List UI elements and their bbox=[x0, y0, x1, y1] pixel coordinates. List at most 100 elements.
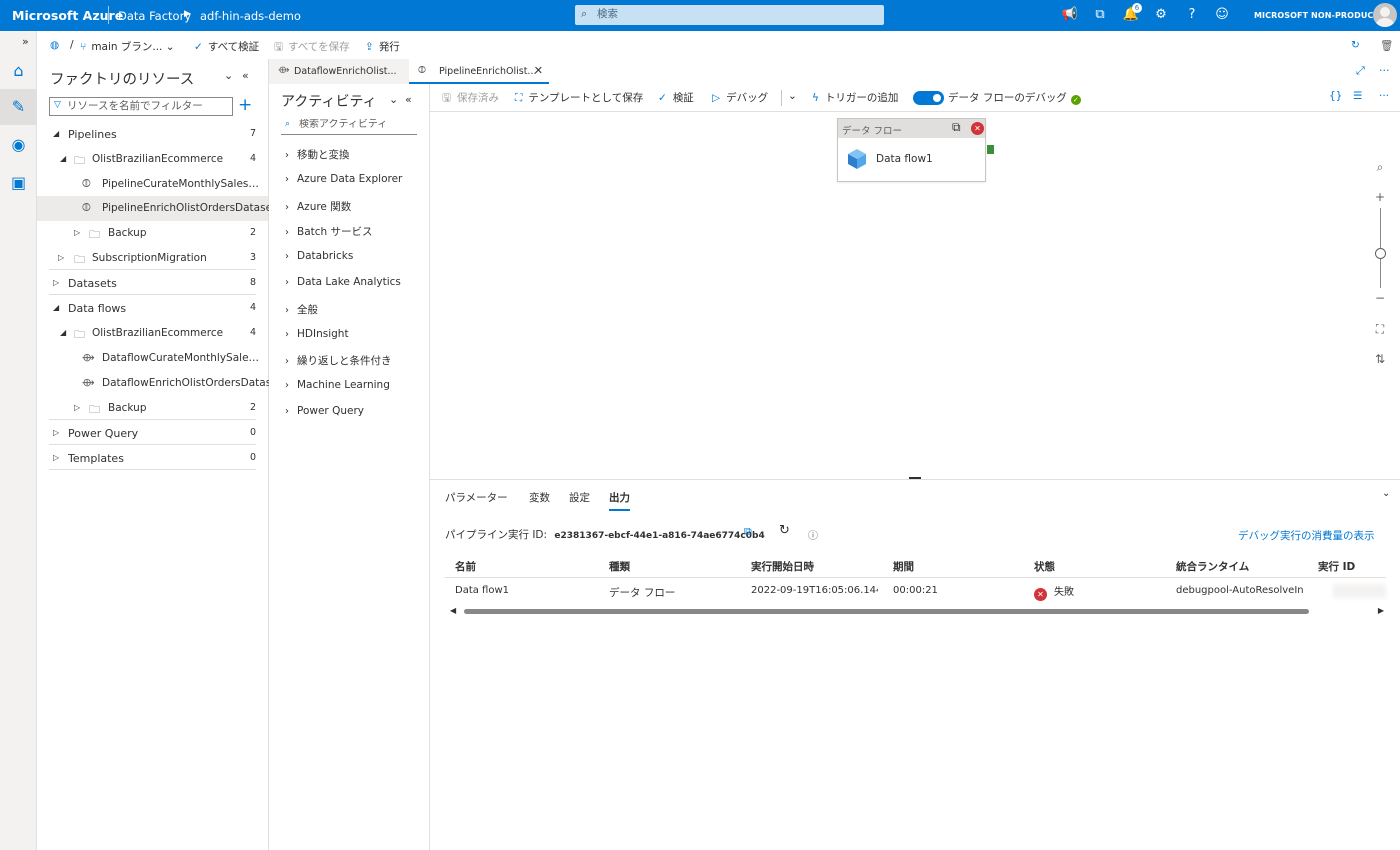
activity-group[interactable]: › HDInsight bbox=[285, 328, 349, 340]
scroll-right-icon[interactable]: ▶ bbox=[1378, 606, 1384, 615]
activity-group[interactable]: › Batch サービス bbox=[285, 224, 373, 239]
fit-to-screen-icon[interactable]: ⛶ bbox=[1367, 316, 1393, 342]
resource-filter[interactable]: ▽ bbox=[49, 97, 233, 116]
github-icon[interactable]: ◍ bbox=[50, 39, 64, 51]
info-icon[interactable]: ⓘ bbox=[808, 527, 818, 542]
avatar[interactable] bbox=[1373, 3, 1397, 27]
scroll-left-icon[interactable]: ◀ bbox=[450, 606, 456, 615]
help-icon[interactable]: ? bbox=[1183, 6, 1201, 24]
chevron-down-icon[interactable]: ⌄ bbox=[1382, 488, 1390, 499]
expand-rail-icon[interactable]: » bbox=[22, 35, 29, 48]
zoom-out-icon[interactable]: − bbox=[1367, 285, 1393, 311]
add-trigger-button[interactable]: ϟ トリガーの追加 bbox=[812, 90, 898, 105]
tab-parameters[interactable]: パラメーター bbox=[445, 490, 508, 505]
monitor-icon[interactable]: ◉ bbox=[0, 127, 37, 163]
global-search[interactable]: ⌕ bbox=[575, 5, 884, 25]
collapse-all-icon[interactable]: ⌄ bbox=[389, 93, 398, 106]
tree-dataflow-enrich[interactable]: ⟴ DataflowEnrichOlistOrdersDataset bbox=[37, 371, 282, 396]
collapse-panel-icon[interactable]: « bbox=[242, 69, 249, 82]
refresh-icon[interactable]: ↻ bbox=[779, 523, 790, 538]
pipeline-canvas[interactable]: データ フロー ⧉ ✕ Data flow1 ⌕ + − ⛶ ⇅ bbox=[430, 112, 1400, 477]
publish-button[interactable]: ⇪ 発行 bbox=[365, 39, 400, 54]
auto-align-icon[interactable]: ⇅ bbox=[1367, 346, 1393, 372]
error-icon[interactable]: ✕ bbox=[971, 122, 984, 135]
saved-button[interactable]: 🖫 保存済み bbox=[442, 90, 499, 108]
activity-group[interactable]: › Azure Data Explorer bbox=[285, 173, 402, 185]
activity-group[interactable]: › Databricks bbox=[285, 250, 353, 262]
settings-gear-icon[interactable]: ⚙ bbox=[1152, 6, 1170, 24]
tree-templates[interactable]: ▷ Templates 0 bbox=[37, 446, 268, 471]
tree-datasets[interactable]: ▷ Datasets 8 bbox=[37, 271, 268, 296]
activity-group[interactable]: › 移動と変換 bbox=[285, 147, 350, 162]
dataflow-debug-toggle[interactable] bbox=[913, 91, 944, 105]
activity-group[interactable]: › Power Query bbox=[285, 405, 364, 417]
tree-folder-olist[interactable]: ◢ 🗀 OlistBrazilianEcommerce 4 bbox=[37, 147, 268, 172]
tab-settings[interactable]: 設定 bbox=[569, 490, 590, 505]
zoom-slider-handle[interactable] bbox=[1375, 248, 1386, 259]
tree-folder-subscription[interactable]: ▷ 🗀 SubscriptionMigration 3 bbox=[37, 246, 268, 271]
tab-dataflow-enrich[interactable]: ⟴ DataflowEnrichOlist... bbox=[269, 59, 409, 84]
more-options-icon[interactable]: ··· bbox=[1379, 64, 1390, 77]
horizontal-scrollbar[interactable]: ◀ ▶ bbox=[445, 606, 1386, 616]
activity-search[interactable]: ⌕ bbox=[281, 116, 417, 135]
author-pencil-icon[interactable]: ✎ bbox=[0, 89, 37, 125]
properties-icon[interactable]: ☰ bbox=[1353, 90, 1362, 102]
refresh-icon[interactable]: ↻ bbox=[1351, 39, 1360, 51]
add-resource-button[interactable]: + bbox=[238, 95, 252, 115]
resource-filter-input[interactable] bbox=[67, 100, 227, 112]
activity-group[interactable]: › Azure 関数 bbox=[285, 199, 351, 214]
more-options-icon[interactable]: ··· bbox=[1379, 90, 1389, 102]
code-braces-icon[interactable]: {} bbox=[1329, 90, 1342, 102]
tree-folder-backup-df[interactable]: ▷ 🗀 Backup 2 bbox=[37, 396, 268, 421]
azure-brand[interactable]: Microsoft Azure bbox=[12, 8, 123, 23]
validate-button[interactable]: ✓ 検証 bbox=[658, 90, 694, 105]
save-as-template-button[interactable]: ⛶ テンプレートとして保存 bbox=[515, 90, 643, 105]
maximize-icon[interactable]: ⤢ bbox=[1356, 64, 1365, 78]
zoom-in-icon[interactable]: + bbox=[1367, 184, 1393, 210]
validate-all-button[interactable]: ✓ すべて検証 bbox=[194, 39, 259, 54]
debug-button[interactable]: ▷ デバッグ bbox=[712, 90, 768, 105]
activity-group[interactable]: › 全般 bbox=[285, 302, 318, 317]
global-search-input[interactable] bbox=[597, 8, 797, 20]
scroll-thumb[interactable] bbox=[464, 609, 1309, 614]
table-row[interactable]: Data flow1 データ フロー 2022-09-19T16:05:06.1… bbox=[445, 578, 1386, 604]
save-all-button[interactable]: 🖫 すべてを保存 bbox=[274, 39, 350, 57]
activity-group[interactable]: › Data Lake Analytics bbox=[285, 276, 401, 288]
manage-toolbox-icon[interactable]: ▣ bbox=[0, 165, 37, 201]
feedback-icon[interactable]: ☺ bbox=[1213, 6, 1231, 24]
debug-options-chevron-icon[interactable]: ⌄ bbox=[788, 90, 797, 102]
breadcrumb-factory[interactable]: adf-hin-ads-demo bbox=[200, 9, 301, 23]
search-canvas-icon[interactable]: ⌕ bbox=[1367, 154, 1393, 180]
activity-group[interactable]: › Machine Learning bbox=[285, 379, 390, 391]
tree-pipeline-curate[interactable]: ⦷ PipelineCurateMonthlySalesCoun... bbox=[37, 172, 268, 197]
tree-pipeline-enrich[interactable]: ⦷ PipelineEnrichOlistOrdersDataset bbox=[37, 196, 276, 221]
announcement-icon[interactable]: 📢 bbox=[1061, 6, 1079, 24]
success-output-port[interactable] bbox=[987, 145, 994, 154]
dataflow-activity-node[interactable]: データ フロー ⧉ ✕ Data flow1 bbox=[837, 118, 986, 182]
view-consumption-link[interactable]: デバッグ実行の消費量の表示 bbox=[1238, 528, 1375, 543]
cell-status[interactable]: ✕ 失敗 bbox=[1034, 583, 1169, 601]
collapse-all-icon[interactable]: ⌄ bbox=[224, 69, 233, 82]
open-external-icon[interactable]: ⧉ bbox=[952, 120, 961, 135]
cell-name[interactable]: Data flow1 bbox=[455, 585, 600, 596]
tab-pipeline-enrich[interactable]: ⦷ PipelineEnrichOlist... ✕ bbox=[409, 59, 549, 84]
branch-selector[interactable]: ⑂ main ブラン... ⌄ bbox=[80, 39, 175, 54]
home-icon[interactable]: ⌂ bbox=[0, 53, 37, 89]
tree-folder-olist-df[interactable]: ◢ 🗀 OlistBrazilianEcommerce 4 bbox=[37, 321, 268, 346]
copy-icon[interactable]: ⧉ bbox=[744, 525, 752, 539]
tree-dataflow-curate[interactable]: ⟴ DataflowCurateMonthlySalesCou... bbox=[37, 346, 268, 371]
breadcrumb-service[interactable]: Data Factory bbox=[118, 9, 191, 23]
activity-group-label: HDInsight bbox=[297, 328, 349, 340]
close-tab-icon[interactable]: ✕ bbox=[534, 64, 543, 77]
tree-folder-backup[interactable]: ▷ 🗀 Backup 2 bbox=[37, 221, 268, 246]
collapse-panel-icon[interactable]: « bbox=[405, 93, 412, 106]
tree-pipelines[interactable]: ◢ Pipelines 7 bbox=[37, 122, 268, 147]
discard-icon[interactable]: 🗑 bbox=[1380, 39, 1393, 52]
tree-dataflows[interactable]: ◢ Data flows 4 bbox=[37, 296, 268, 321]
tree-power-query[interactable]: ▷ Power Query 0 bbox=[37, 421, 268, 446]
switch-directory-icon[interactable]: ⧉ bbox=[1091, 6, 1109, 24]
activity-group[interactable]: › 繰り返しと条件付き bbox=[285, 353, 392, 368]
activity-search-input[interactable] bbox=[299, 119, 411, 130]
tab-variables[interactable]: 変数 bbox=[529, 490, 550, 505]
tab-output[interactable]: 出力 bbox=[609, 490, 630, 511]
